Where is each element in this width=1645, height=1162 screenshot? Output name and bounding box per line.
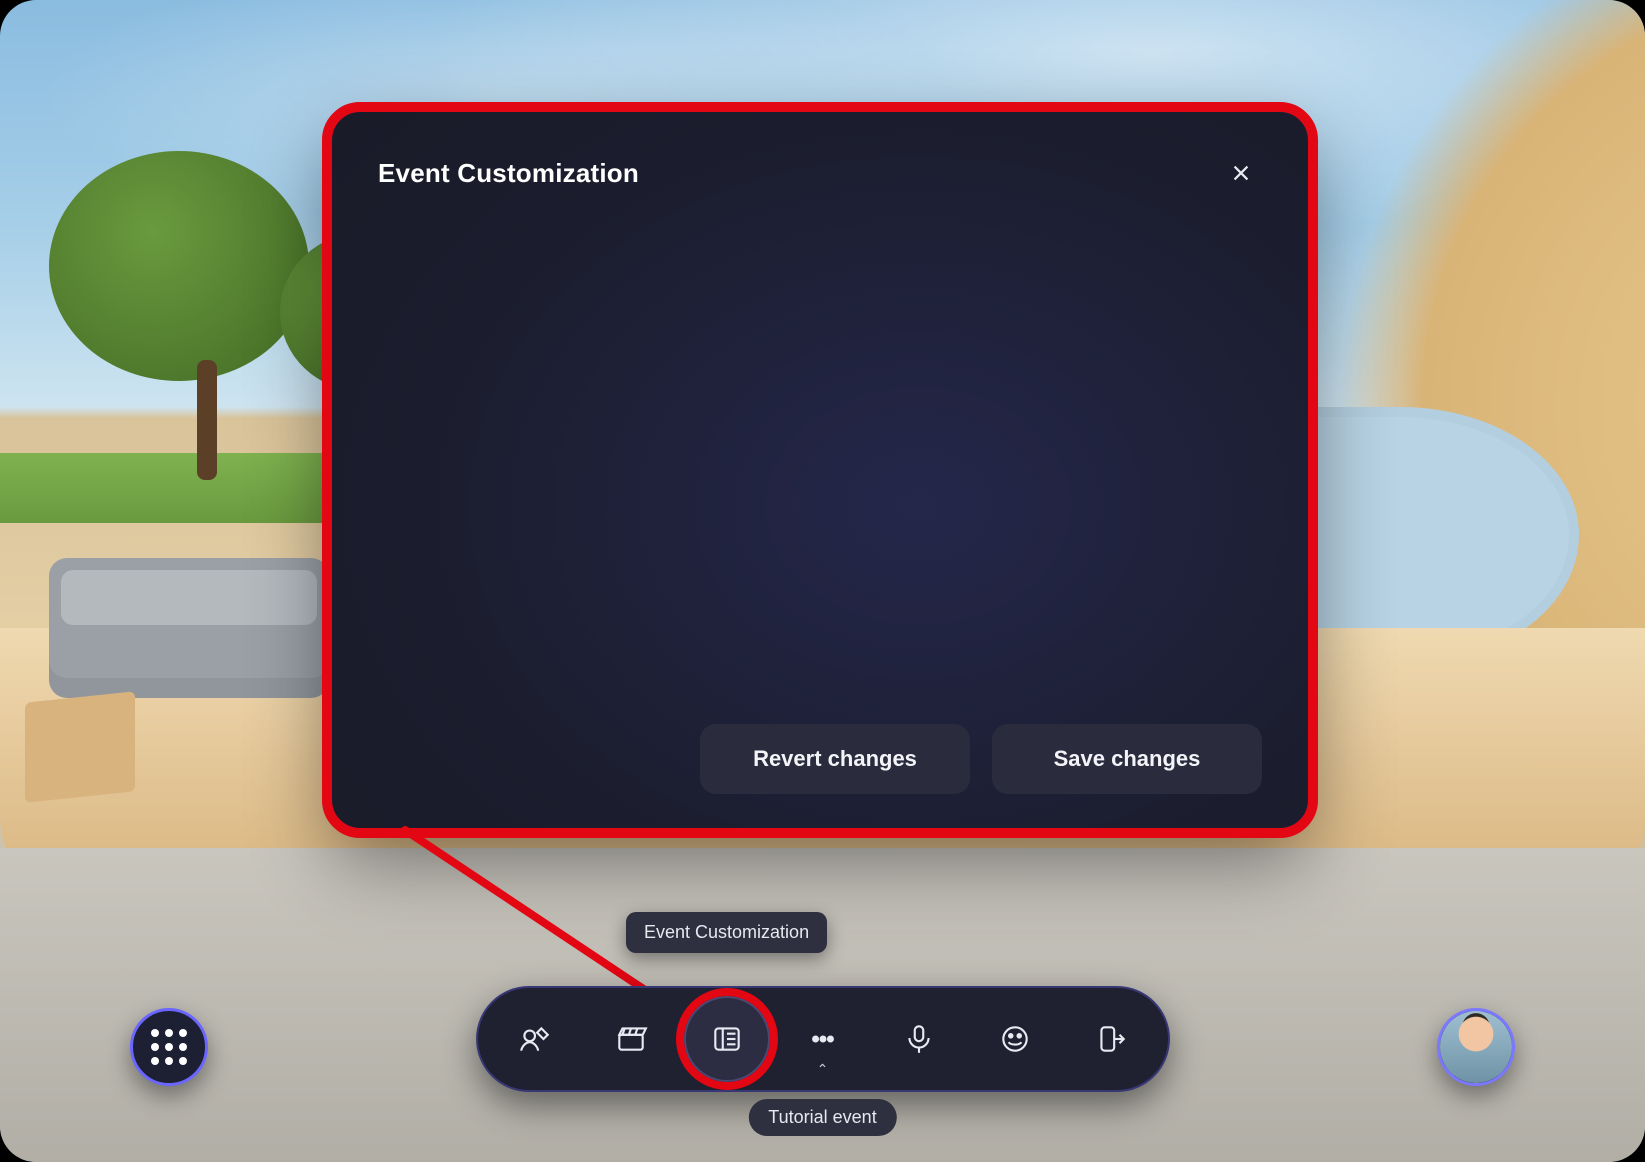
scene-tree [49,151,309,381]
toolbar-more-button[interactable]: ⌃ [780,996,866,1082]
more-icon [806,1022,840,1056]
save-changes-button[interactable]: Save changes [992,724,1262,794]
app-menu-button[interactable] [130,1008,208,1086]
close-button[interactable] [1220,152,1262,194]
event-customization-panel: Event Customization Revert changes Save … [330,110,1310,830]
customize-avatar-icon [518,1022,552,1056]
toolbar-leave-button[interactable] [1068,996,1154,1082]
viewport: Event Customization Revert changes Save … [0,0,1645,1162]
emoji-icon [998,1022,1032,1056]
revert-changes-button[interactable]: Revert changes [700,724,970,794]
toolbar-tooltip: Event Customization [626,912,827,953]
leave-icon [1094,1022,1128,1056]
close-icon [1230,162,1252,184]
panel-actions: Revert changes Save changes [378,724,1262,794]
scene-couch [49,558,329,698]
bottom-toolbar: ⌃ [476,986,1170,1092]
avatar-image [1440,1011,1512,1083]
grid-menu-icon [151,1029,187,1065]
scene-tree-trunk [197,360,217,480]
profile-avatar-button[interactable] [1437,1008,1515,1086]
event-customization-panel-wrap: Event Customization Revert changes Save … [330,110,1310,830]
event-customization-icon [710,1022,744,1056]
toolbar-customize-avatar-button[interactable] [492,996,578,1082]
toolbar-media-button[interactable] [588,996,674,1082]
clapperboard-icon [614,1022,648,1056]
panel-body [378,194,1262,724]
scene-stool [25,691,135,803]
panel-header: Event Customization [378,152,1262,194]
panel-title: Event Customization [378,158,639,189]
event-name-pill: Tutorial event [748,1099,896,1136]
chevron-up-icon: ⌃ [817,1061,829,1078]
toolbar-reactions-button[interactable] [972,996,1058,1082]
microphone-icon [902,1022,936,1056]
toolbar-microphone-button[interactable] [876,996,962,1082]
toolbar-event-customization-button[interactable] [684,996,770,1082]
